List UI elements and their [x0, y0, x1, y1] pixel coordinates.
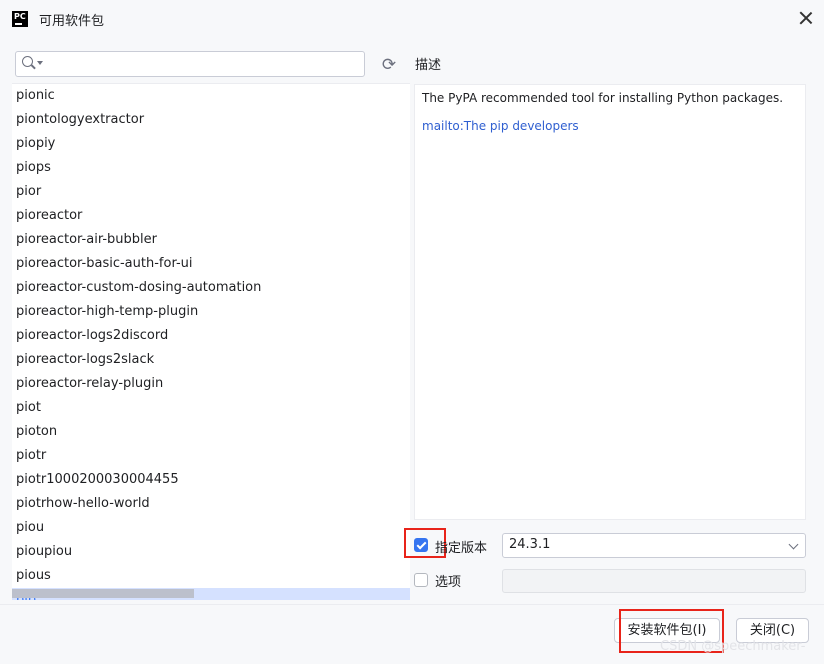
list-item[interactable]: pioreactor-logs2slack [16, 348, 154, 372]
pycharm-logo-icon: PC [12, 11, 28, 27]
refresh-icon[interactable]: ⟳ [380, 56, 398, 74]
list-item[interactable]: piontologyextractor [16, 108, 144, 132]
search-input[interactable] [46, 54, 360, 76]
chevron-down-icon[interactable] [788, 539, 799, 550]
watermark: CSDN @speechmaker- [660, 639, 806, 654]
author-link[interactable]: mailto:The pip developers [422, 119, 579, 133]
list-item[interactable]: piotr1000200030004455 [16, 468, 179, 492]
list-item[interactable]: pioreactor-relay-plugin [16, 372, 163, 396]
options-label: 选项 [435, 575, 462, 590]
window-title: 可用软件包 [39, 14, 105, 29]
list-item[interactable]: piou [16, 516, 44, 540]
list-item[interactable]: pioreactor-air-bubbler [16, 228, 157, 252]
list-item[interactable]: pioreactor-custom-dosing-automation [16, 276, 261, 300]
version-value: 24.3.1 [509, 537, 551, 552]
title-bar: PC 可用软件包 [0, 0, 824, 38]
list-item[interactable]: pionic [16, 84, 55, 108]
horizontal-scrollbar[interactable] [12, 589, 194, 598]
search-field[interactable] [15, 51, 365, 77]
list-item[interactable]: pior [16, 180, 41, 204]
options-input[interactable] [502, 569, 806, 593]
package-list[interactable]: pionic piontologyextractor piopiy piops pior… [12, 83, 410, 600]
specify-version-label: 指定版本 [435, 541, 488, 556]
list-item[interactable]: piotr [16, 444, 46, 468]
options-checkbox[interactable] [414, 573, 428, 587]
list-item[interactable]: piopiy [16, 132, 55, 156]
list-item[interactable]: pioreactor-basic-auth-for-ui [16, 252, 193, 276]
description-panel: The PyPA recommended tool for installing… [414, 84, 806, 520]
list-item[interactable]: piot [16, 396, 41, 420]
search-icon[interactable] [22, 56, 33, 67]
list-item[interactable]: pioreactor [16, 204, 82, 228]
list-item[interactable]: pioupiou [16, 540, 72, 564]
close-icon[interactable] [798, 10, 814, 26]
list-item[interactable]: piops [16, 156, 51, 180]
list-item[interactable]: pioreactor-high-temp-plugin [16, 300, 198, 324]
list-item[interactable]: pioton [16, 420, 57, 444]
list-item[interactable]: pioreactor-logs2discord [16, 324, 168, 348]
description-text: The PyPA recommended tool for installing… [422, 91, 784, 105]
version-select[interactable]: 24.3.1 [502, 533, 806, 558]
list-item[interactable]: pious [16, 564, 51, 588]
footer-divider [0, 604, 824, 605]
description-label: 描述 [415, 58, 442, 73]
search-history-chevron-icon[interactable] [37, 61, 43, 65]
list-item[interactable]: piotrhow-hello-world [16, 492, 150, 516]
